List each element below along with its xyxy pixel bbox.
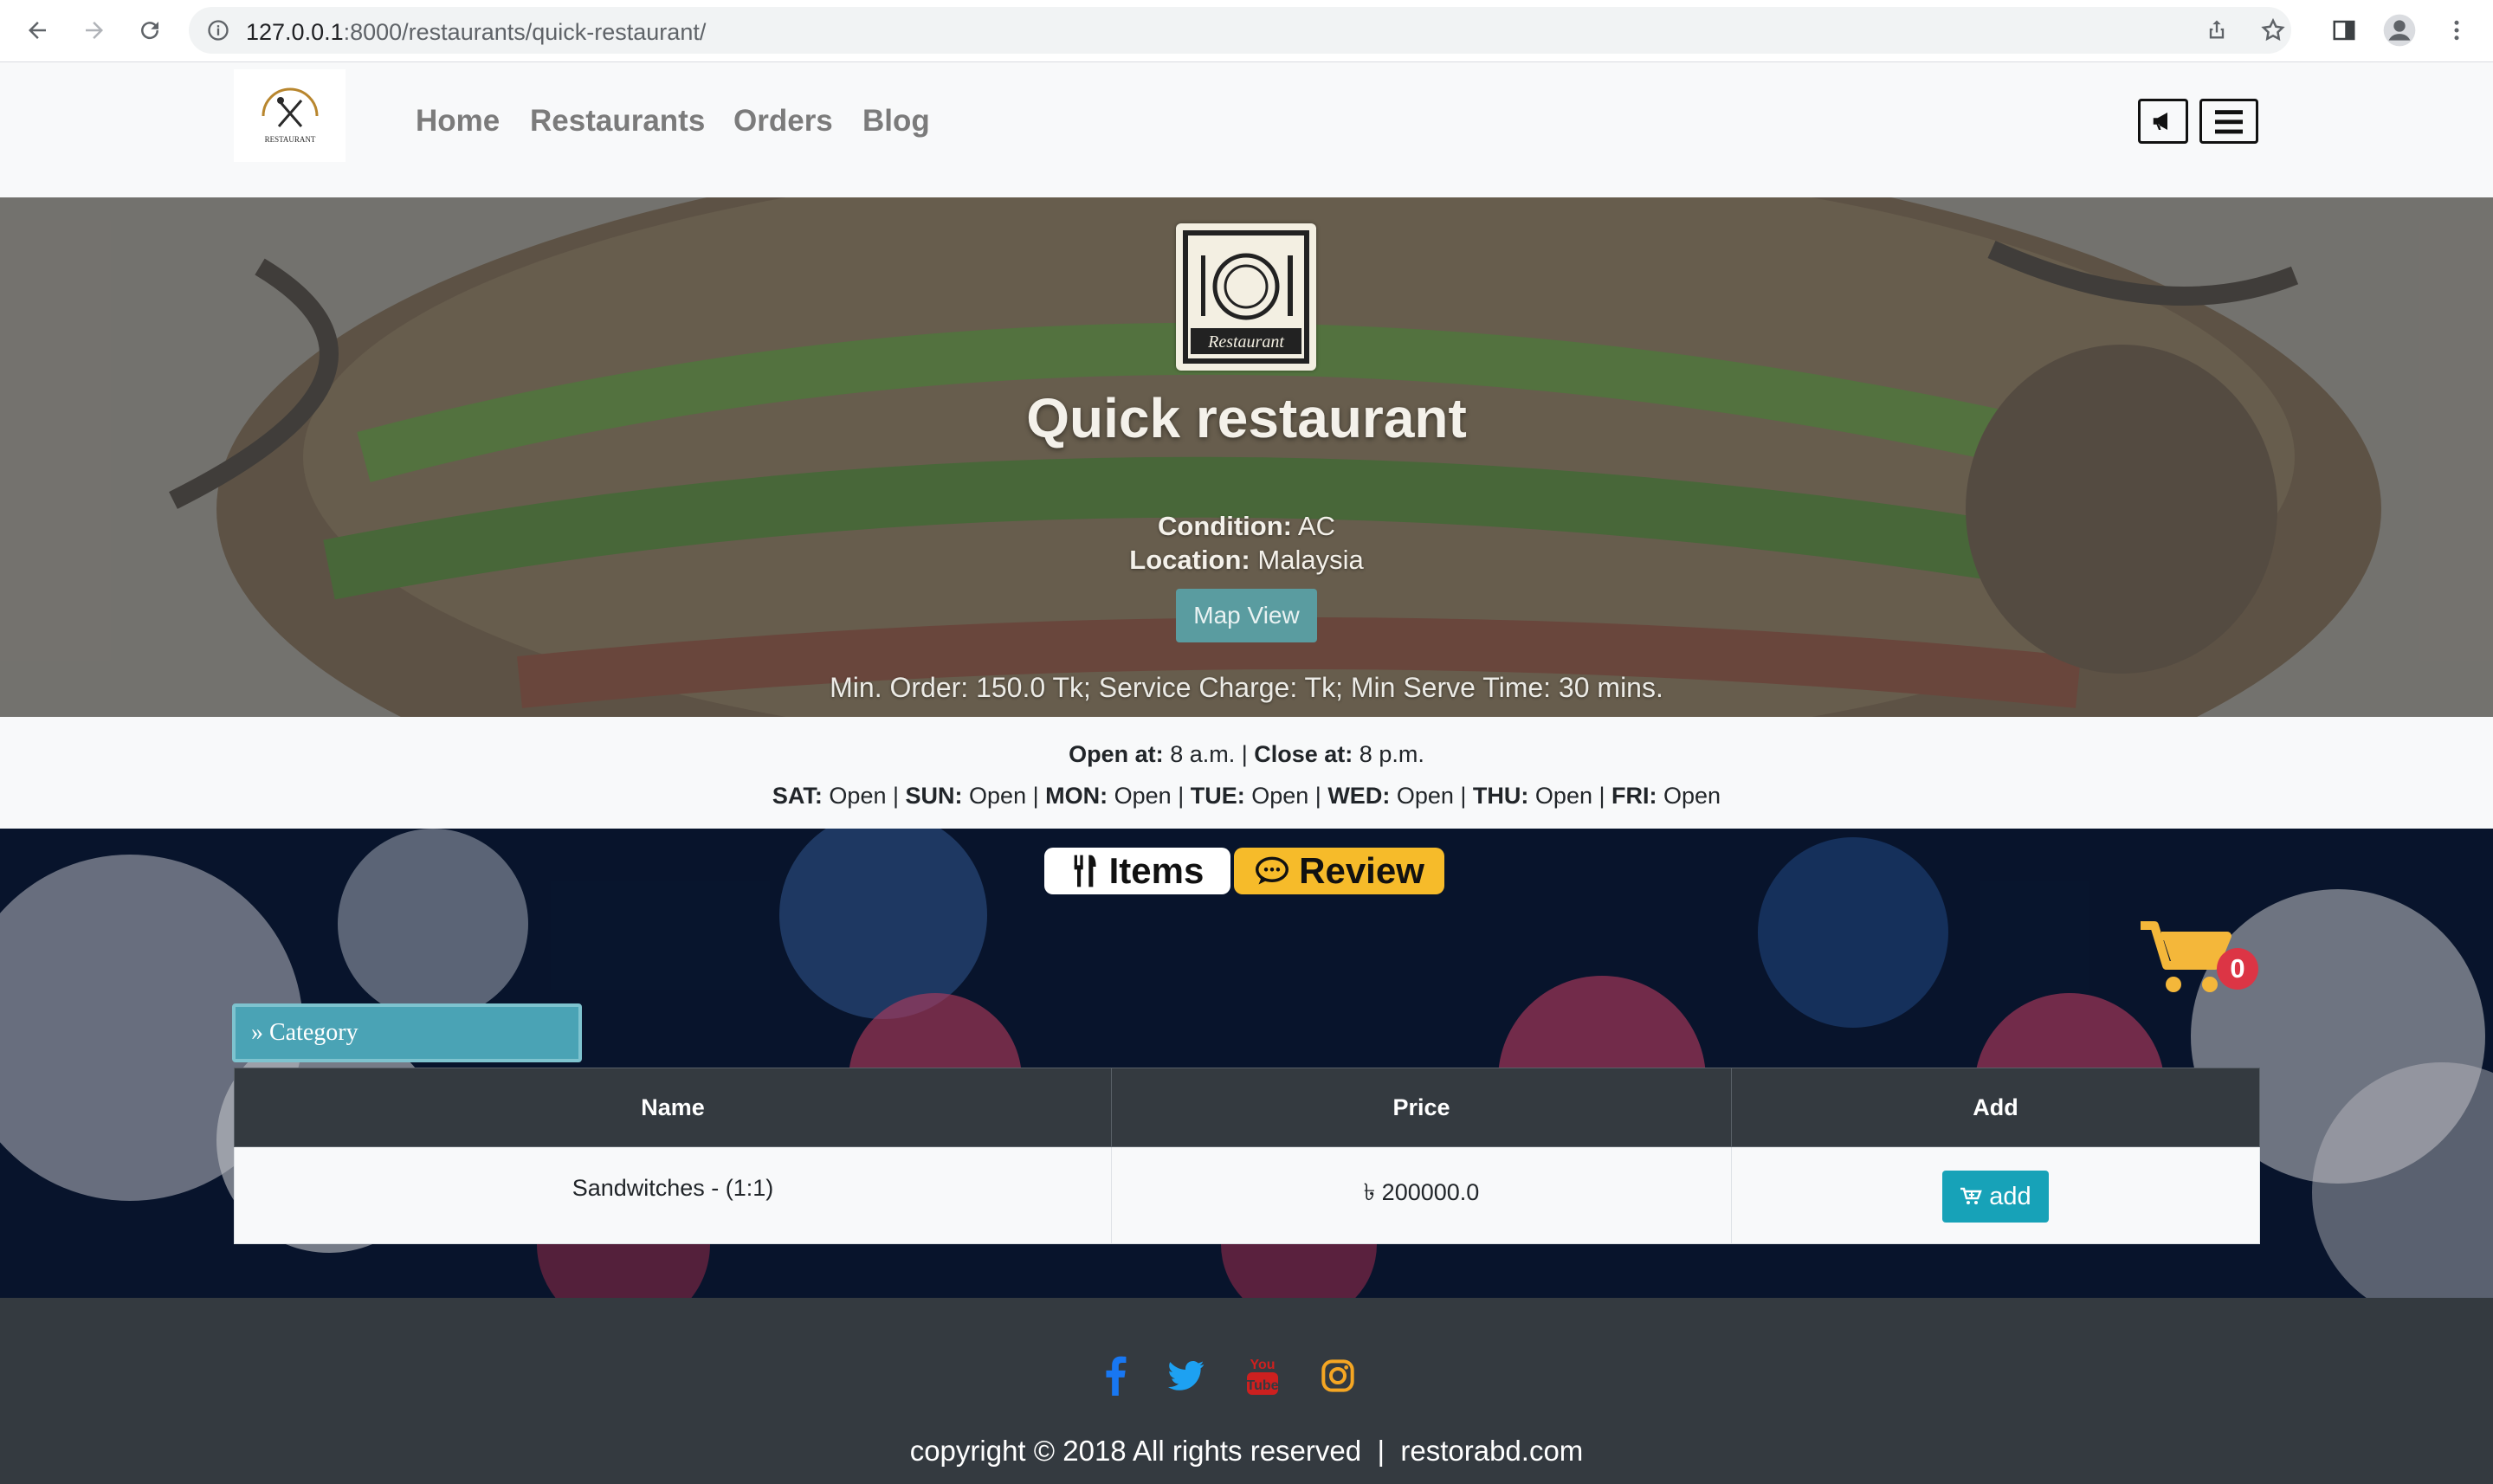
restaurant-logo: Restaurant bbox=[1176, 223, 1316, 371]
plate-cutlery-icon: Restaurant bbox=[1183, 230, 1309, 364]
items-table: Name Price Add Sandwitches - (1:1) ৳ 200… bbox=[234, 1068, 2260, 1244]
copyright-text: copyright © 2018 All rights reserved | r… bbox=[909, 1435, 1584, 1467]
restaurant-hero: Restaurant Quick restaurant Condition: A… bbox=[0, 197, 2493, 717]
address-bar[interactable]: 127.0.0.1:8000/restaurants/quick-restaur… bbox=[189, 7, 2291, 54]
share-icon[interactable] bbox=[2205, 17, 2229, 46]
map-view-button[interactable]: Map View bbox=[1176, 589, 1317, 642]
site-footer: You Tube copyright © 2018 All rights rese… bbox=[0, 1298, 2493, 1484]
menu-toggle-button[interactable] bbox=[2199, 99, 2258, 144]
comment-icon bbox=[1256, 856, 1289, 885]
tab-items[interactable]: Items bbox=[1044, 848, 1230, 894]
svg-text:RESTAURANT: RESTAURANT bbox=[264, 135, 315, 144]
column-header-add: Add bbox=[1731, 1068, 2260, 1147]
column-header-price: Price bbox=[1111, 1068, 1732, 1147]
item-add-cell: add bbox=[1731, 1146, 2260, 1244]
svg-text:Restaurant: Restaurant bbox=[1207, 332, 1284, 352]
announcement-button[interactable] bbox=[2138, 99, 2188, 144]
info-icon[interactable] bbox=[206, 18, 230, 47]
nav-restaurants[interactable]: Restaurants bbox=[530, 104, 705, 139]
forward-arrow-icon[interactable] bbox=[74, 10, 114, 50]
menu-section: Items Review 0 » Category Name Price Add… bbox=[0, 829, 2493, 1298]
taka-currency-icon: ৳ bbox=[1363, 1179, 1376, 1205]
site-navbar: RESTAURANT Home Restaurants Orders Blog bbox=[0, 62, 2493, 197]
profile-icon[interactable] bbox=[2380, 10, 2419, 50]
shopping-cart-icon bbox=[2141, 921, 2231, 992]
category-label: Category bbox=[269, 1019, 358, 1046]
order-info: Min. Order: 150.0 Tk; Service Charge: Tk… bbox=[830, 672, 1663, 703]
item-name: Sandwitches - (1:1) bbox=[234, 1146, 1112, 1244]
cart-count-badge: 0 bbox=[2217, 948, 2258, 990]
site-logo[interactable]: RESTAURANT bbox=[234, 69, 346, 162]
svg-text:You: You bbox=[1250, 1358, 1275, 1372]
url-text: 127.0.0.1:8000/restaurants/quick-restaur… bbox=[246, 19, 707, 45]
condition-line: Condition: AC bbox=[1158, 511, 1335, 541]
tab-review[interactable]: Review bbox=[1234, 848, 1444, 894]
fork-knife-icon: RESTAURANT bbox=[262, 87, 318, 144]
nav-home[interactable]: Home bbox=[416, 104, 500, 139]
megaphone-icon bbox=[2153, 113, 2167, 130]
location-line: Location: Malaysia bbox=[1129, 545, 1364, 575]
item-price: ৳ 200000.0 bbox=[1111, 1146, 1732, 1244]
open-close-times: Open at: 8 a.m. | Close at: 8 p.m. bbox=[1069, 741, 1424, 767]
youtube-icon[interactable]: You Tube bbox=[1242, 1353, 1283, 1398]
utensils-icon bbox=[1074, 855, 1096, 887]
browser-toolbar: 127.0.0.1:8000/restaurants/quick-restaur… bbox=[0, 0, 2493, 62]
instagram-icon[interactable] bbox=[1317, 1353, 1359, 1398]
double-chevron-down-icon: » bbox=[251, 1019, 263, 1046]
kebab-menu-icon[interactable] bbox=[2437, 10, 2477, 50]
weekday-status: SAT: Open | SUN: Open | MON: Open | TUE:… bbox=[772, 783, 1721, 809]
restaurant-name: Quick restaurant bbox=[1026, 387, 1467, 449]
cart-plus-icon bbox=[1960, 1187, 1983, 1204]
twitter-icon[interactable] bbox=[1166, 1353, 1207, 1398]
table-row: Sandwitches - (1:1) ৳ 200000.0 add bbox=[234, 1146, 2260, 1244]
tab-items-label: Items bbox=[1108, 850, 1205, 891]
site-domain[interactable]: restorabd.com bbox=[1400, 1435, 1583, 1467]
nav-orders[interactable]: Orders bbox=[733, 104, 833, 139]
category-dropdown-button[interactable]: » Category bbox=[232, 1003, 582, 1062]
back-arrow-icon[interactable] bbox=[17, 10, 57, 50]
side-panel-icon[interactable] bbox=[2324, 10, 2364, 50]
nav-blog[interactable]: Blog bbox=[862, 104, 930, 139]
opening-hours: Open at: 8 a.m. | Close at: 8 p.m. SAT: … bbox=[0, 717, 2493, 829]
reload-icon[interactable] bbox=[130, 10, 170, 50]
svg-text:Tube: Tube bbox=[1246, 1378, 1278, 1393]
star-icon[interactable] bbox=[2260, 17, 2286, 48]
facebook-icon[interactable] bbox=[1095, 1353, 1136, 1398]
hamburger-menu-icon bbox=[2215, 110, 2243, 134]
column-header-name: Name bbox=[234, 1068, 1112, 1147]
tab-review-label: Review bbox=[1299, 850, 1424, 891]
table-header-row: Name Price Add bbox=[234, 1068, 2260, 1147]
add-to-cart-button[interactable]: add bbox=[1942, 1171, 2049, 1223]
